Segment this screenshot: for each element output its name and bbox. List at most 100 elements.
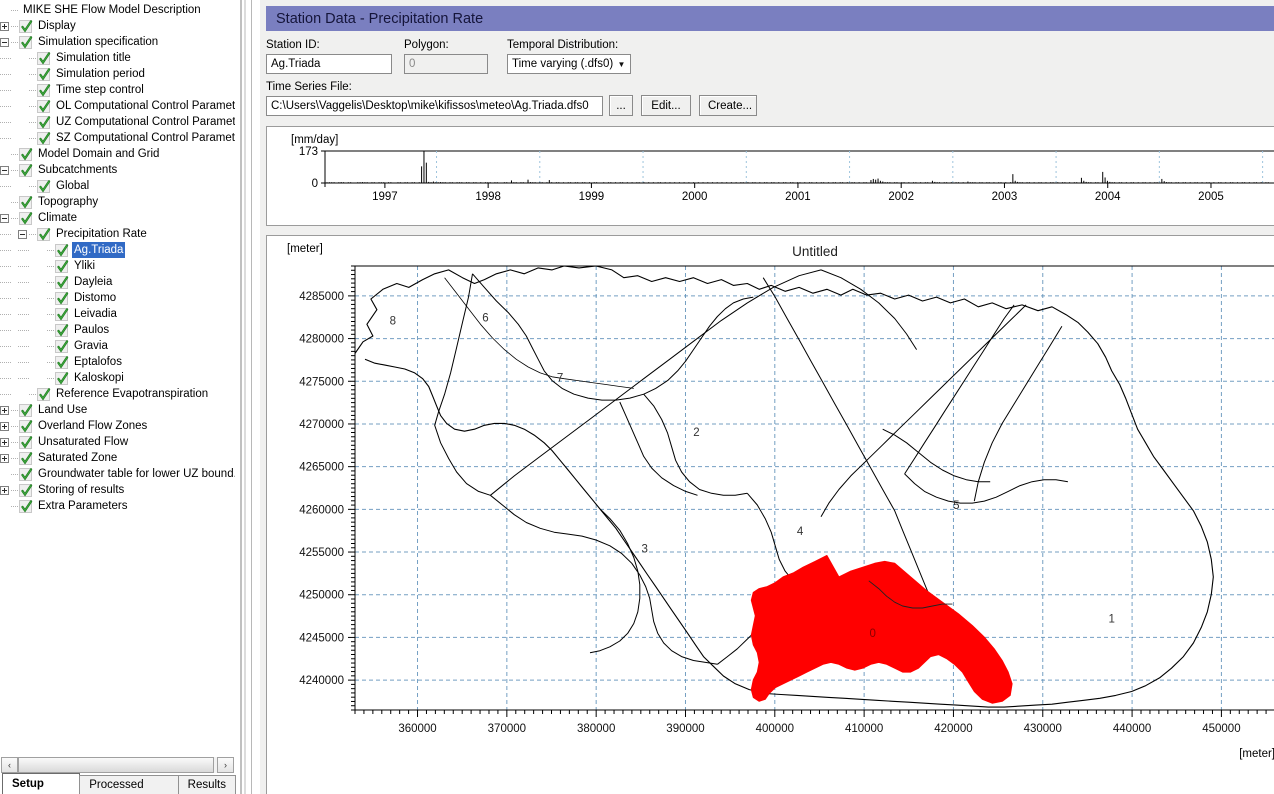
tree-item-saturated-zone[interactable]: Saturated Zone [0,450,235,466]
tree-item-storing-of-results[interactable]: Storing of results [0,482,235,498]
tree-expander-plus[interactable] [0,421,9,431]
checkmark-icon[interactable] [37,51,51,65]
tree-item-overland-flow-zones[interactable]: Overland Flow Zones [0,418,235,434]
browse-file-button[interactable]: ... [609,95,633,116]
model-tree[interactable]: MIKE SHE Flow Model Description Display Si… [0,0,235,756]
checkmark-icon[interactable] [19,147,33,161]
checkmark-icon[interactable] [19,435,33,449]
checkmark-icon[interactable] [19,403,33,417]
bottom-tab-bar[interactable]: Setup DataProcessed DataResults [0,773,236,794]
checkmark-icon[interactable] [19,467,33,481]
tree-item-model-domain-and-grid[interactable]: Model Domain and Grid [0,146,235,162]
subcatchment-map-chart[interactable]: Untitled [meter] [meter] 360000 370000 380000… [266,235,1274,794]
tab-results[interactable]: Results [177,775,236,794]
tree-item-eptalofos[interactable]: Eptalofos [0,354,235,370]
checkmark-icon[interactable] [19,419,33,433]
checkmark-icon[interactable] [55,339,69,353]
tree-item-ol-computational-control-paramet[interactable]: OL Computational Control Paramet... [0,98,235,114]
tree-item-mike-she-flow-model-description[interactable]: MIKE SHE Flow Model Description [0,2,235,18]
tree-expander-plus[interactable] [0,453,9,463]
checkmark-icon[interactable] [55,259,69,273]
tree-item-land-use[interactable]: Land Use [0,402,235,418]
time-series-file-input[interactable] [266,96,603,116]
tree-item-yliki[interactable]: Yliki [0,258,235,274]
checkmark-icon[interactable] [55,307,69,321]
tree-item-simulation-title[interactable]: Simulation title [0,50,235,66]
checkmark-icon[interactable] [55,355,69,369]
tree-item-climate[interactable]: Climate [0,210,235,226]
selected-subcatchment-polygon[interactable] [750,555,1013,704]
temporal-distribution-select[interactable]: Time varying (.dfs0) ▼ [507,54,631,74]
timeseries-x-tick: 1998 [475,191,501,203]
tree-item-topography[interactable]: Topography [0,194,235,210]
tree-expander-plus[interactable] [0,437,9,447]
checkmark-icon[interactable] [19,35,33,49]
tree-item-precipitation-rate[interactable]: Precipitation Rate [0,226,235,242]
checkmark-icon[interactable] [55,323,69,337]
checkmark-icon[interactable] [19,483,33,497]
chevron-down-icon[interactable]: ▼ [613,55,630,73]
tree-guide [29,50,37,66]
tree-item-simulation-specification[interactable]: Simulation specification [0,34,235,50]
tree-item-kaloskopi[interactable]: Kaloskopi [0,370,235,386]
tree-item-dayleia[interactable]: Dayleia [0,274,235,290]
tree-item-time-step-control[interactable]: Time step control [0,82,235,98]
checkmark-icon[interactable] [55,275,69,289]
tree-expander-minus[interactable] [0,37,9,47]
tree-expander-minus[interactable] [18,229,27,239]
checkmark-icon[interactable] [19,195,33,209]
map-title: Untitled [792,244,838,259]
checkmark-icon[interactable] [37,387,51,401]
checkmark-icon[interactable] [37,83,51,97]
checkmark-icon[interactable] [37,131,51,145]
map-polygon-label: 6 [482,312,488,324]
scroll-left-button[interactable]: ‹ [1,757,18,773]
tree-expander-plus[interactable] [0,485,9,495]
checkmark-icon[interactable] [37,99,51,113]
tree-expander-minus[interactable] [0,165,9,175]
tree-item-leivadia[interactable]: Leivadia [0,306,235,322]
tree-expander-plus[interactable] [0,21,9,31]
precipitation-timeseries-chart[interactable]: [mm/day] 173 0 1997 1998 1999 2000 2001 2002 2003… [266,126,1274,226]
scrollbar-thumb[interactable] [18,757,214,773]
checkmark-icon[interactable] [37,179,51,193]
checkmark-icon[interactable] [19,451,33,465]
scroll-right-button[interactable]: › [217,757,234,773]
checkmark-icon[interactable] [55,243,69,257]
tree-item-unsaturated-flow[interactable]: Unsaturated Flow [0,434,235,450]
tree-item-groundwater-table-for-lower-uz-bound[interactable]: Groundwater table for lower UZ bound... [0,466,235,482]
station-id-input[interactable] [266,54,392,74]
checkmark-icon[interactable] [37,67,51,81]
tree-item-label: Dayleia [74,276,113,288]
checkmark-icon[interactable] [19,19,33,33]
checkmark-icon[interactable] [19,499,33,513]
tree-item-display[interactable]: Display [0,18,235,34]
tab-setup-data[interactable]: Setup Data [2,773,81,794]
tree-expander-minus[interactable] [0,213,9,223]
tree-item-reference-evapotranspiration[interactable]: Reference Evapotranspiration [0,386,235,402]
tab-processed-data[interactable]: Processed Data [79,775,179,794]
checkmark-icon[interactable] [19,211,33,225]
tree-item-sz-computational-control-paramet[interactable]: SZ Computational Control Paramet... [0,130,235,146]
tree-item-global[interactable]: Global [0,178,235,194]
tree-item-paulos[interactable]: Paulos [0,322,235,338]
edit-file-button[interactable]: Edit... [641,95,691,116]
checkmark-icon[interactable] [37,115,51,129]
create-file-button[interactable]: Create... [699,95,757,116]
checkmark-icon[interactable] [55,291,69,305]
tree-guide [11,162,19,178]
tree-item-extra-parameters[interactable]: Extra Parameters [0,498,235,514]
tree-item-subcatchments[interactable]: Subcatchments [0,162,235,178]
checkmark-icon[interactable] [19,163,33,177]
tree-item-distomo[interactable]: Distomo [0,290,235,306]
tree-horizontal-scrollbar[interactable]: ‹ › [1,756,234,773]
tree-item-gravia[interactable]: Gravia [0,338,235,354]
scrollbar-track[interactable] [18,757,217,773]
checkmark-icon[interactable] [55,371,69,385]
tree-item-uz-computational-control-paramet[interactable]: UZ Computational Control Paramet... [0,114,235,130]
tree-item-simulation-period[interactable]: Simulation period [0,66,235,82]
checkmark-icon[interactable] [37,227,51,241]
panel-splitter[interactable] [236,0,260,794]
tree-expander-plus[interactable] [0,405,9,415]
tree-item-ag-triada[interactable]: Ag.Triada [0,242,235,258]
